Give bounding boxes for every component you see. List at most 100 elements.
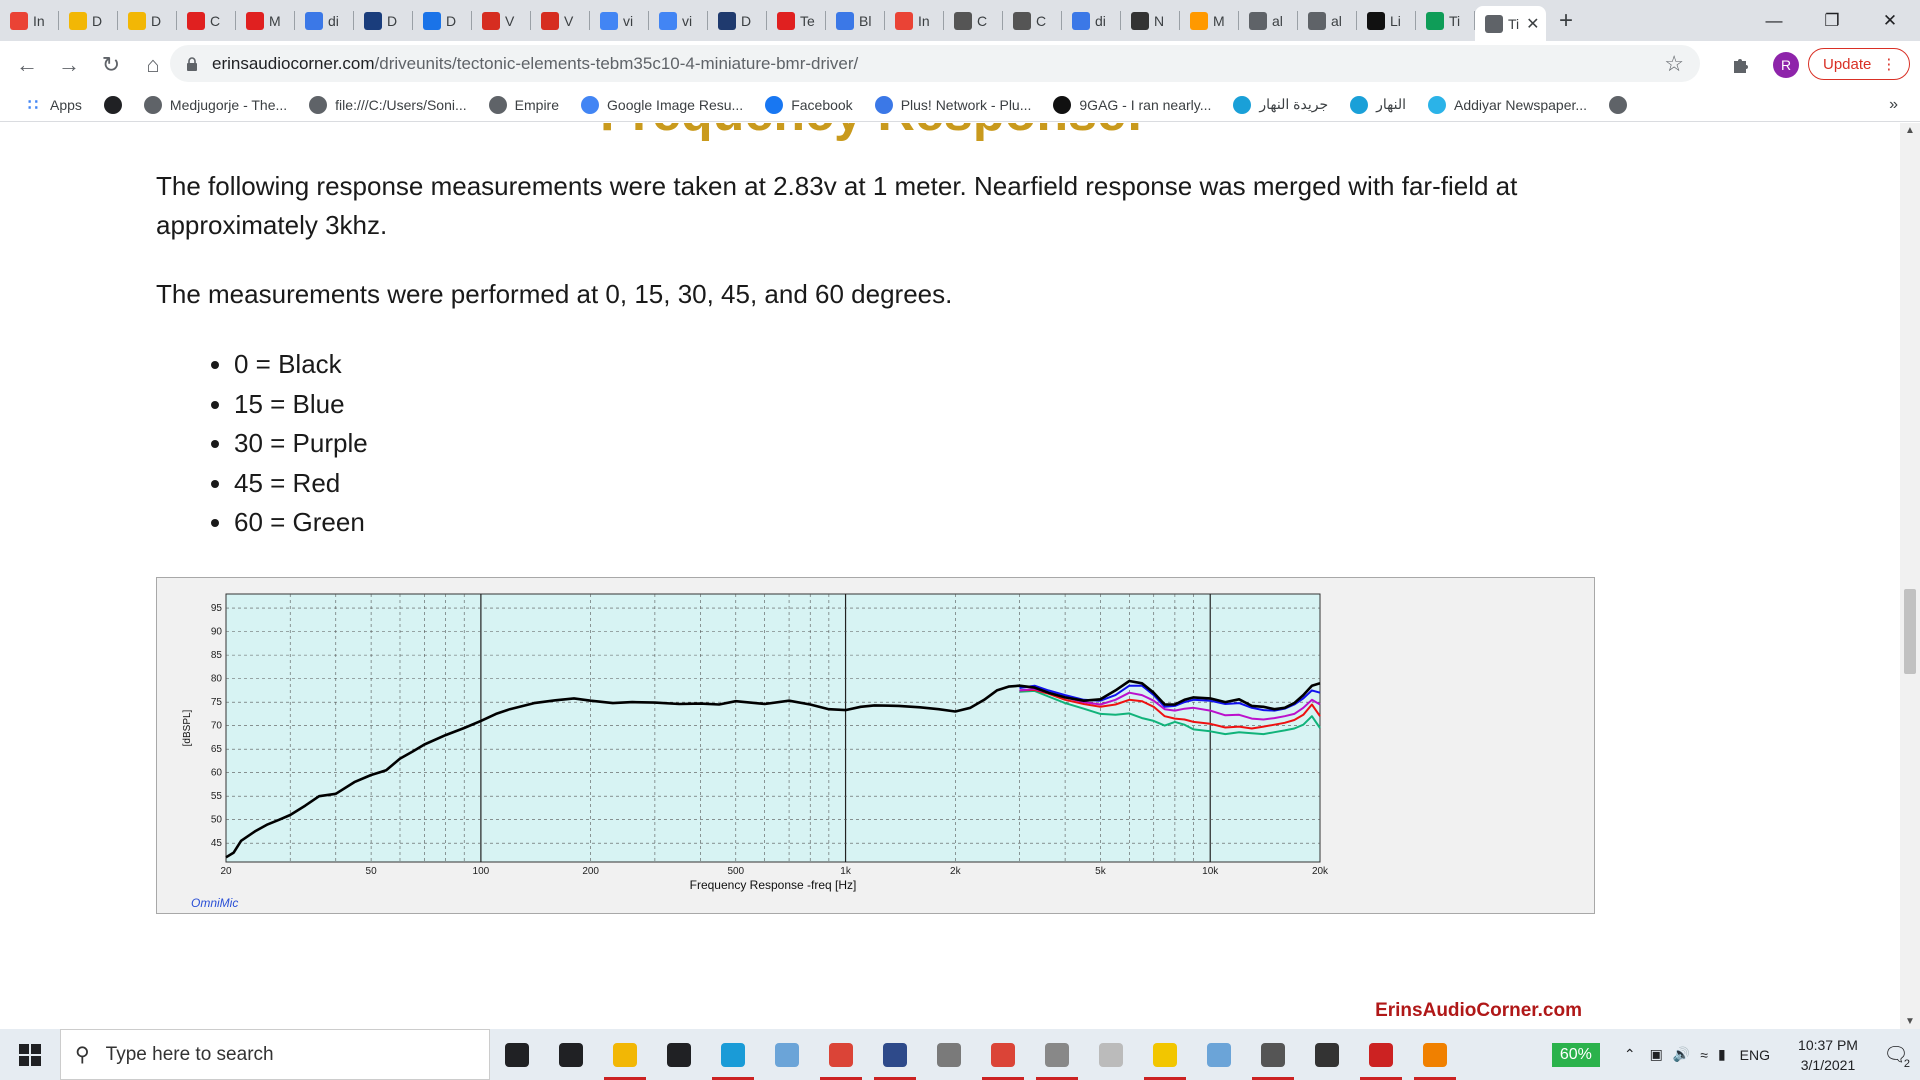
scroll-up-arrow-icon[interactable]: ▲ <box>1905 125 1915 136</box>
url-text[interactable]: erinsaudiocorner.com/driveunits/tectonic… <box>212 54 858 74</box>
wifi-icon[interactable]: ≈ <box>1700 1047 1708 1063</box>
reload-button[interactable]: ↻ <box>90 46 132 84</box>
browser-tab[interactable]: M <box>1180 0 1239 41</box>
bookmark-item[interactable]: جريدة النهار <box>1227 95 1340 114</box>
browser-tab[interactable]: V <box>472 0 531 41</box>
bookmark-item[interactable]: Empire <box>483 95 571 114</box>
browser-tab[interactable]: V <box>531 0 590 41</box>
notification-center-icon[interactable]: 🗨 2 <box>1872 1029 1920 1080</box>
chrome-profile-icon[interactable] <box>976 1029 1030 1080</box>
task-view-icon[interactable] <box>490 1029 544 1080</box>
browser-tab[interactable]: In <box>0 0 59 41</box>
address-bar[interactable]: erinsaudiocorner.com/driveunits/tectonic… <box>170 45 1700 82</box>
bookmark-item[interactable]: Plus! Network - Plu... <box>869 95 1044 114</box>
vlc-icon[interactable] <box>1408 1029 1462 1080</box>
app-icon[interactable] <box>1192 1029 1246 1080</box>
chevron-up-icon[interactable]: ⌃ <box>1624 1046 1636 1063</box>
calculator-icon[interactable] <box>1246 1029 1300 1080</box>
browser-tab[interactable]: C <box>177 0 236 41</box>
bookmark-item[interactable]: النهار <box>1344 95 1418 114</box>
notepad-icon[interactable] <box>1030 1029 1084 1080</box>
profile-avatar[interactable]: R <box>1773 52 1799 78</box>
tab-title: D <box>741 12 752 29</box>
bookmark-item[interactable]: ∷ Apps <box>18 96 94 114</box>
more-bookmarks-icon[interactable]: » <box>1889 96 1898 114</box>
bookmark-label: Addiyar Newspaper... <box>1453 96 1588 113</box>
browser-tab[interactable]: Te <box>767 0 826 41</box>
lightning-icon[interactable] <box>1138 1029 1192 1080</box>
browser-tab[interactable]: Ti ✕ <box>1475 6 1546 41</box>
home-button[interactable]: ⌂ <box>132 46 174 84</box>
browser-tab[interactable]: di <box>1062 0 1121 41</box>
voicemeeter-icon[interactable] <box>1354 1029 1408 1080</box>
network-icon[interactable] <box>760 1029 814 1080</box>
browser-tab[interactable]: Li <box>1357 0 1416 41</box>
browser-tab[interactable]: al <box>1239 0 1298 41</box>
page-scrollbar[interactable]: ▲ ▼ <box>1900 123 1920 1029</box>
dsp-icon[interactable] <box>1084 1029 1138 1080</box>
browser-tab[interactable]: D <box>413 0 472 41</box>
rew-icon[interactable] <box>868 1029 922 1080</box>
lock-icon[interactable] <box>186 56 198 71</box>
clock[interactable]: 10:37 PM 3/1/2021 <box>1784 1035 1872 1075</box>
browser-tab[interactable]: D <box>354 0 413 41</box>
scrollbar-thumb[interactable] <box>1904 589 1916 674</box>
browser-tab[interactable]: vi <box>649 0 708 41</box>
minimize-button[interactable]: — <box>1745 0 1803 41</box>
volume-icon[interactable]: 🔊 <box>1673 1046 1690 1063</box>
bookmark-item[interactable] <box>98 95 134 114</box>
browser-tab[interactable]: di <box>295 0 354 41</box>
tab-title: C <box>210 12 221 29</box>
globe-icon <box>1609 95 1628 114</box>
battery-meter[interactable]: 60% <box>1551 1042 1600 1067</box>
page-heading: Frequency Response: <box>600 123 1143 143</box>
tab-title: In <box>33 12 45 29</box>
bookmark-star-icon[interactable]: ☆ <box>1664 51 1684 77</box>
browser-tab[interactable]: C <box>944 0 1003 41</box>
browser-tab[interactable]: Bl <box>826 0 885 41</box>
mic-icon[interactable] <box>922 1029 976 1080</box>
browser-tab[interactable]: D <box>118 0 177 41</box>
back-button[interactable]: ← <box>6 46 48 84</box>
close-window-button[interactable]: ✕ <box>1861 0 1919 41</box>
close-tab-icon[interactable]: ✕ <box>1526 14 1539 34</box>
browser-tab[interactable]: D <box>59 0 118 41</box>
browser-tab[interactable]: In <box>885 0 944 41</box>
bookmark-item[interactable]: 9GAG - I ran nearly... <box>1047 95 1223 114</box>
browser-tab[interactable]: D <box>708 0 767 41</box>
bookmark-item[interactable]: Facebook <box>759 95 864 114</box>
browser-tab[interactable]: al <box>1298 0 1357 41</box>
bookmark-item[interactable]: Addiyar Newspaper... <box>1422 95 1599 114</box>
x-tick-label: 1k <box>840 866 852 877</box>
bookmark-item[interactable]: Medjugorje - The... <box>138 95 299 114</box>
taskbar-search[interactable]: ⚲ Type here to search <box>60 1029 490 1080</box>
settings-gear-icon[interactable] <box>1300 1029 1354 1080</box>
battery-icon[interactable]: ▮ <box>1718 1046 1726 1063</box>
update-button[interactable]: Update ⋮ <box>1808 48 1910 80</box>
forward-button[interactable]: → <box>48 46 90 84</box>
browser-tab[interactable]: vi <box>590 0 649 41</box>
language-indicator[interactable]: ENG <box>1740 1047 1770 1063</box>
restore-button[interactable]: ❐ <box>1803 0 1861 41</box>
bookmark-label: file:///C:/Users/Soni... <box>335 96 467 113</box>
browser-tab[interactable]: M <box>236 0 295 41</box>
bookmark-item[interactable]: Google Image Resu... <box>575 95 755 114</box>
browser-tab[interactable]: C <box>1003 0 1062 41</box>
bookmark-item[interactable] <box>1603 95 1639 114</box>
scroll-down-arrow-icon[interactable]: ▼ <box>1905 1016 1915 1027</box>
l-app-icon[interactable] <box>706 1029 760 1080</box>
meet-now-icon[interactable]: ▣ <box>1650 1046 1663 1063</box>
new-tab-button[interactable]: + <box>1546 0 1586 41</box>
bookmark-item[interactable]: file:///C:/Users/Soni... <box>303 95 478 114</box>
timeline-icon[interactable] <box>544 1029 598 1080</box>
tab-title: di <box>328 12 339 29</box>
browser-tab[interactable]: N <box>1121 0 1180 41</box>
list-item: 30 = Purple <box>234 424 368 464</box>
store-icon[interactable] <box>652 1029 706 1080</box>
chrome-icon[interactable] <box>814 1029 868 1080</box>
system-tray: 60% ⌃ ▣ 🔊 ≈ ▮ ENG 10:37 PM 3/1/2021 🗨 2 <box>1551 1029 1920 1080</box>
browser-tab[interactable]: Ti <box>1416 0 1475 41</box>
extensions-icon[interactable] <box>1730 53 1752 75</box>
file-explorer-icon[interactable] <box>598 1029 652 1080</box>
start-button[interactable] <box>0 1029 60 1080</box>
